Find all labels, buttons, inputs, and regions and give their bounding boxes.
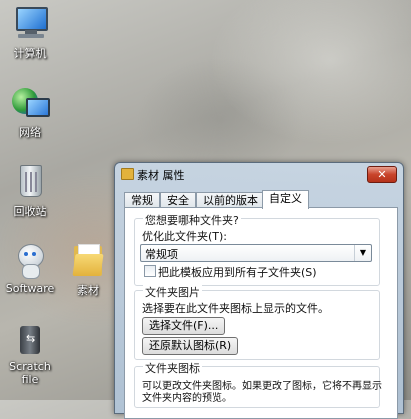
- desktop-icon-label: 素材: [77, 284, 99, 297]
- chevron-down-icon[interactable]: ▼: [354, 245, 371, 261]
- folder-icon: [70, 242, 106, 278]
- desktop-icon-folder[interactable]: 素材: [58, 242, 118, 298]
- choose-file-button[interactable]: 选择文件(F)...: [142, 317, 226, 335]
- select-value: 常规项: [145, 248, 178, 261]
- recycle-bin-icon: [12, 163, 48, 199]
- desktop-icon-computer[interactable]: 计算机: [0, 5, 60, 61]
- dialog-titlebar[interactable]: 素材 属性 ✕: [115, 163, 403, 185]
- tab-general[interactable]: 常规: [124, 192, 160, 208]
- usb-drive-icon: ⇆: [12, 320, 48, 356]
- group-title: 文件夹图标: [143, 360, 202, 376]
- desktop-icon-label: 回收站: [13, 205, 47, 218]
- apply-to-subfolders-checkbox[interactable]: [144, 265, 156, 277]
- icons-description-line2: 文件夹内容的预览。: [142, 393, 232, 404]
- close-button[interactable]: ✕: [367, 166, 397, 183]
- restore-default-button[interactable]: 还原默认图标(R): [142, 337, 239, 355]
- dialog-title: 素材 属性: [137, 169, 185, 182]
- desktop-icon-label: 计算机: [13, 47, 47, 60]
- optimize-select[interactable]: 常规项 ▼: [140, 244, 372, 262]
- desktop-icon-label: 网络: [19, 126, 41, 139]
- desktop-icon-recycle-bin[interactable]: 回收站: [0, 163, 60, 219]
- computer-icon: [12, 5, 48, 41]
- folder-icon: [121, 168, 134, 180]
- optimize-label: 优化此文件夹(T):: [142, 230, 228, 243]
- checkbox-label: 把此模板应用到所有子文件夹(S): [158, 266, 317, 279]
- software-robot-icon: [12, 242, 48, 279]
- group-title: 文件夹图片: [143, 284, 202, 300]
- desktop-icon-scratch-file[interactable]: ⇆ Scratch file: [0, 320, 60, 386]
- tab-previous-versions[interactable]: 以前的版本: [196, 192, 265, 208]
- group-title: 您想要哪种文件夹?: [143, 212, 241, 228]
- desktop-icon-label: Scratch file: [9, 360, 51, 386]
- desktop-icon-network[interactable]: 网络: [0, 84, 60, 140]
- tab-customize[interactable]: 自定义: [262, 190, 309, 209]
- tab-security[interactable]: 安全: [160, 192, 196, 208]
- pictures-description: 选择要在此文件夹图标上显示的文件。: [142, 302, 329, 315]
- desktop-icon-label: Software: [5, 282, 55, 295]
- desktop-icon-software[interactable]: Software: [0, 242, 60, 295]
- network-icon: [12, 84, 50, 120]
